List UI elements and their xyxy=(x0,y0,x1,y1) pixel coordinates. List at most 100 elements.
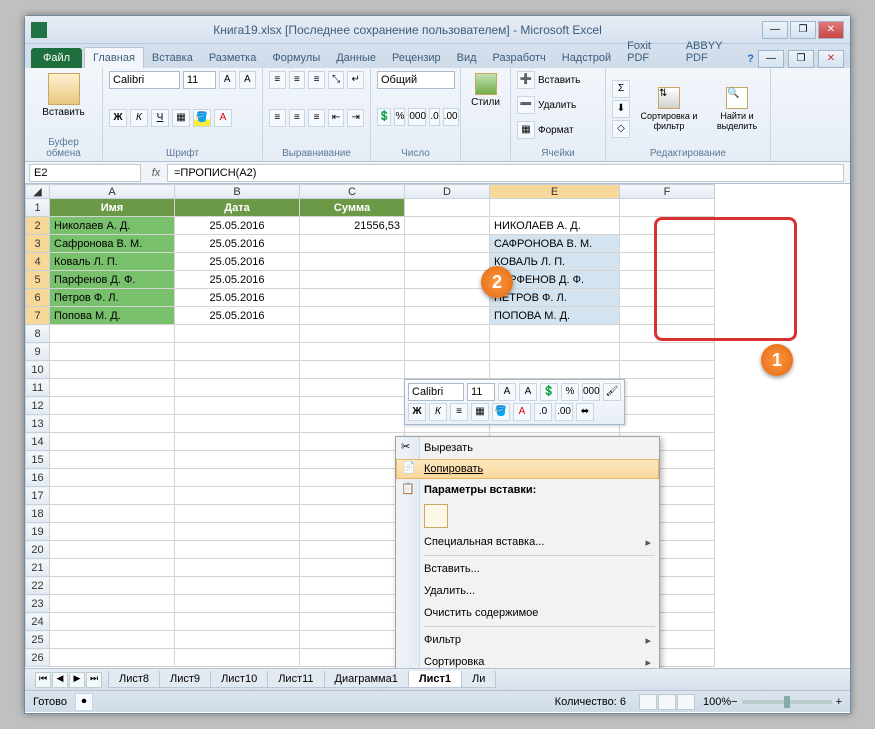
tab-insert[interactable]: Вставка xyxy=(144,48,201,68)
mini-bold[interactable]: Ж xyxy=(408,403,426,421)
mini-align[interactable]: ≡ xyxy=(450,403,468,421)
cell[interactable] xyxy=(620,199,715,217)
cell[interactable] xyxy=(175,487,300,505)
col-header-f[interactable]: F xyxy=(620,185,715,199)
cell[interactable] xyxy=(175,595,300,613)
tab-developer[interactable]: Разработч xyxy=(485,48,554,68)
mini-comma[interactable]: 000 xyxy=(582,383,600,401)
doc-close-button[interactable]: ✕ xyxy=(818,50,844,68)
row-header[interactable]: 3 xyxy=(26,235,50,253)
cell[interactable] xyxy=(50,487,175,505)
cell[interactable]: 25.05.2016 xyxy=(175,253,300,271)
wrap-button[interactable]: ↵ xyxy=(347,71,364,89)
cell[interactable] xyxy=(620,235,715,253)
underline-button[interactable]: Ч xyxy=(151,109,169,127)
cell[interactable] xyxy=(300,559,405,577)
paste-button[interactable]: Вставить xyxy=(31,71,96,120)
cell[interactable] xyxy=(300,343,405,361)
mini-grow-font[interactable]: A xyxy=(498,383,516,401)
tab-addins[interactable]: Надстрой xyxy=(554,48,619,68)
mini-currency[interactable]: 💲 xyxy=(540,383,558,401)
fill-button[interactable]: ⬇ xyxy=(612,100,630,118)
macro-record-button[interactable]: ⏺ xyxy=(75,693,93,711)
normal-view-button[interactable] xyxy=(639,694,657,710)
sheet-tab[interactable]: Диаграмма1 xyxy=(324,671,409,688)
cell[interactable] xyxy=(620,361,715,379)
cell[interactable]: 25.05.2016 xyxy=(175,289,300,307)
cell[interactable]: 25.05.2016 xyxy=(175,235,300,253)
cell[interactable] xyxy=(300,433,405,451)
tab-data[interactable]: Данные xyxy=(328,48,384,68)
cell-selected[interactable]: КОВАЛЬ Л. П. xyxy=(490,253,620,271)
font-color-button[interactable]: A xyxy=(214,109,232,127)
bold-button[interactable]: Ж xyxy=(109,109,127,127)
percent-button[interactable]: % xyxy=(394,108,405,126)
minimize-button[interactable]: — xyxy=(762,21,788,39)
cell[interactable]: Парфенов Д. Ф. xyxy=(50,271,175,289)
mini-shrink-font[interactable]: A xyxy=(519,383,537,401)
select-all-button[interactable]: ◢ xyxy=(26,185,50,199)
cell[interactable] xyxy=(620,397,715,415)
cell[interactable] xyxy=(50,541,175,559)
cell[interactable]: Коваль Л. П. xyxy=(50,253,175,271)
cell[interactable] xyxy=(620,307,715,325)
mini-paint[interactable]: 🖌 xyxy=(603,383,621,401)
cell[interactable] xyxy=(490,325,620,343)
page-break-view-button[interactable] xyxy=(677,694,695,710)
cell[interactable] xyxy=(300,577,405,595)
cell[interactable]: Николаев А. Д. xyxy=(50,217,175,235)
sheet-tab-partial[interactable]: Ли xyxy=(461,671,496,688)
cell[interactable]: Сафронова В. М. xyxy=(50,235,175,253)
cell[interactable] xyxy=(405,217,490,235)
table-header[interactable]: Дата xyxy=(175,199,300,217)
cell[interactable] xyxy=(620,325,715,343)
paste-special-menuitem[interactable]: Специальная вставка... xyxy=(396,531,659,553)
cell[interactable] xyxy=(300,379,405,397)
cell[interactable] xyxy=(300,541,405,559)
col-header-b[interactable]: B xyxy=(175,185,300,199)
sheet-tab-active[interactable]: Лист1 xyxy=(408,671,462,688)
insert-menuitem[interactable]: Вставить... xyxy=(396,558,659,580)
cell[interactable] xyxy=(175,613,300,631)
dec-decimal-button[interactable]: .00 xyxy=(443,108,459,126)
cell[interactable] xyxy=(175,415,300,433)
cell[interactable] xyxy=(300,505,405,523)
clear-button[interactable]: ◇ xyxy=(612,120,630,138)
col-header-d[interactable]: D xyxy=(405,185,490,199)
cell[interactable] xyxy=(300,307,405,325)
fill-color-button[interactable]: 🪣 xyxy=(193,109,211,127)
border-button[interactable]: ▦ xyxy=(172,109,190,127)
shrink-font-button[interactable]: A xyxy=(239,71,256,89)
delete-cells-button[interactable]: Удалить xyxy=(538,100,576,111)
delete-menuitem[interactable]: Удалить... xyxy=(396,580,659,602)
mini-inc-dec[interactable]: .0 xyxy=(534,403,552,421)
cell[interactable] xyxy=(175,631,300,649)
row-header[interactable]: 7 xyxy=(26,307,50,325)
sort-menuitem[interactable]: Сортировка xyxy=(396,651,659,668)
currency-button[interactable]: 💲 xyxy=(377,108,391,126)
cell[interactable]: 25.05.2016 xyxy=(175,271,300,289)
ribbon-min-button[interactable]: — xyxy=(758,50,784,68)
mini-color[interactable]: A xyxy=(513,403,531,421)
cell[interactable]: Петров Ф. Л. xyxy=(50,289,175,307)
autosum-button[interactable]: Σ xyxy=(612,80,630,98)
cell[interactable] xyxy=(50,631,175,649)
fx-icon[interactable]: fx xyxy=(145,167,167,179)
cell[interactable] xyxy=(490,361,620,379)
find-select-button[interactable]: 🔍 Найти и выделить xyxy=(708,85,766,133)
cell[interactable] xyxy=(50,415,175,433)
cell[interactable] xyxy=(300,487,405,505)
cell[interactable] xyxy=(175,433,300,451)
tab-nav-last[interactable]: ⏭ xyxy=(86,672,102,688)
row-header[interactable]: 12 xyxy=(26,397,50,415)
cell[interactable] xyxy=(405,199,490,217)
cell[interactable]: 21556,53 xyxy=(300,217,405,235)
sheet-tab[interactable]: Лист11 xyxy=(267,671,324,688)
align-center-button[interactable]: ≡ xyxy=(289,109,306,127)
inc-decimal-button[interactable]: .0 xyxy=(429,108,439,126)
row-header[interactable]: 10 xyxy=(26,361,50,379)
cell[interactable] xyxy=(300,253,405,271)
cell[interactable] xyxy=(620,343,715,361)
doc-max-button[interactable]: ❐ xyxy=(788,50,814,68)
cell[interactable] xyxy=(175,577,300,595)
